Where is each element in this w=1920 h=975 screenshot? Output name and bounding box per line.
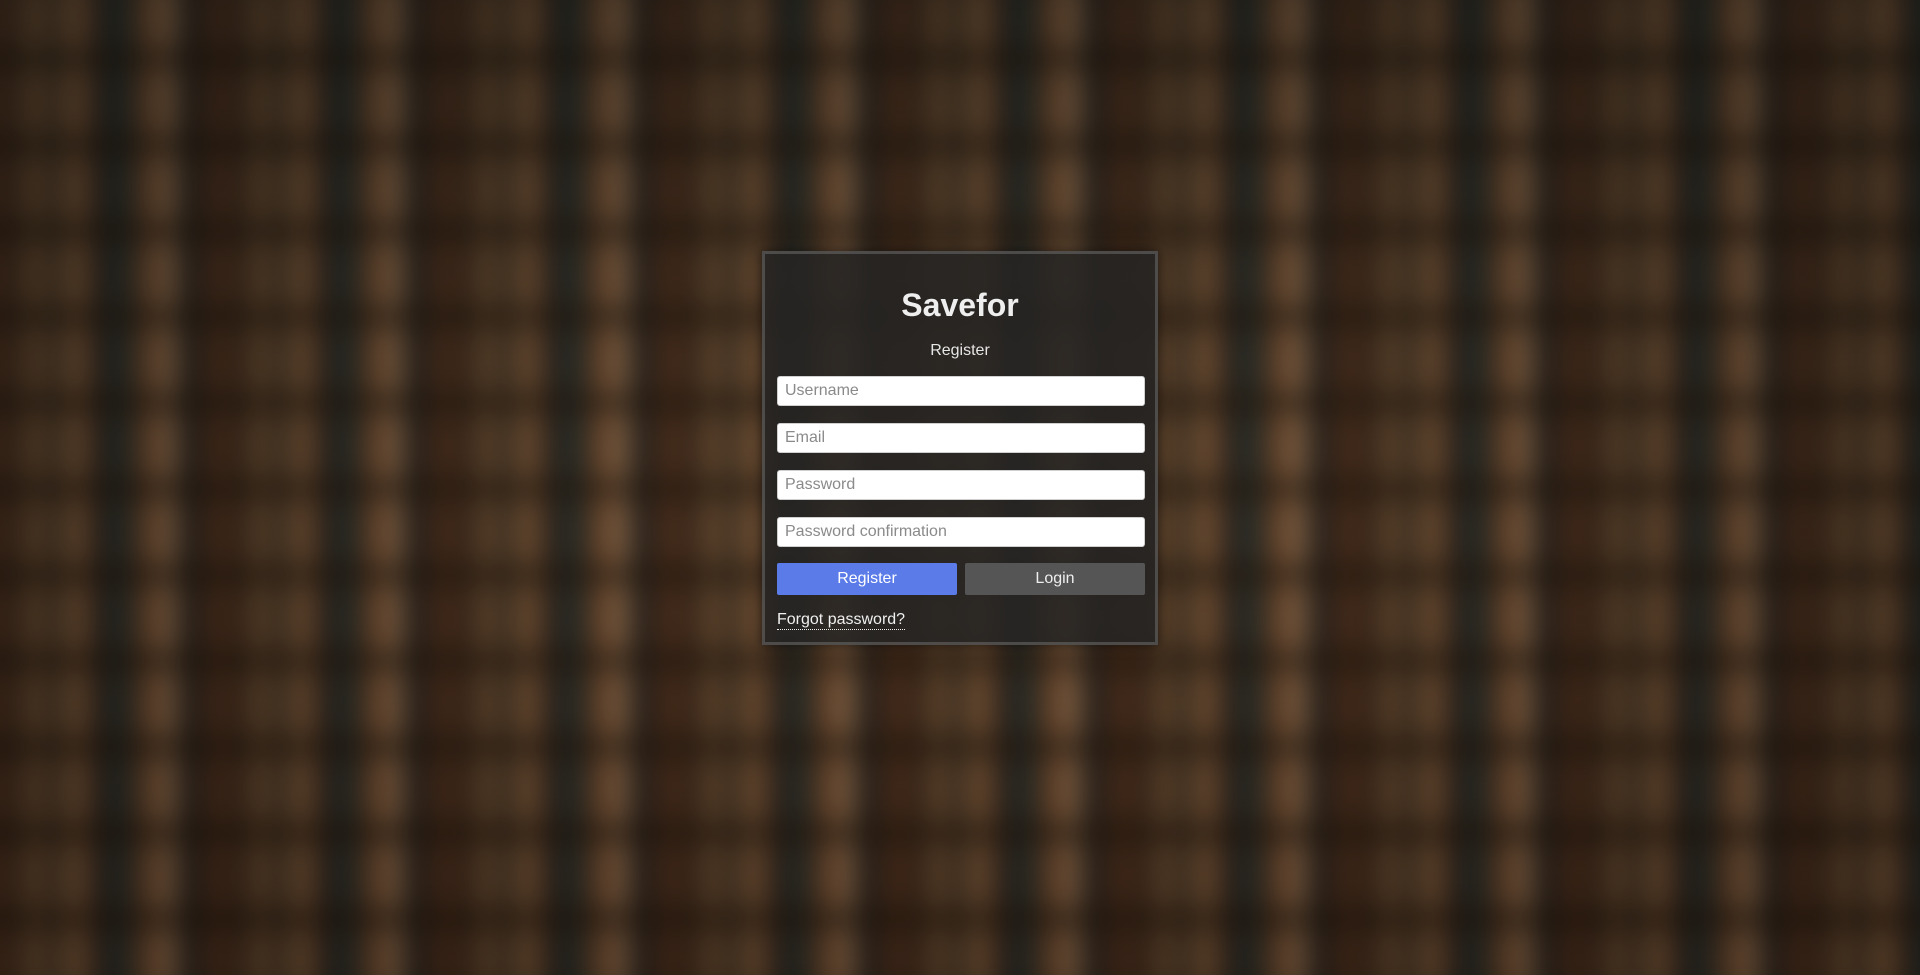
register-button[interactable]: Register	[777, 563, 957, 595]
username-input[interactable]	[777, 376, 1145, 406]
app-title: Savefor	[901, 287, 1019, 323]
form-subtitle: Register	[930, 342, 990, 359]
password-confirmation-input[interactable]	[777, 517, 1145, 547]
button-row: Register Login	[777, 563, 1145, 595]
forgot-password-link[interactable]: Forgot password?	[777, 611, 906, 630]
password-input[interactable]	[777, 470, 1145, 500]
email-input[interactable]	[777, 423, 1145, 453]
register-card: Savefor Register Register Login Forgot p…	[762, 251, 1158, 645]
login-button[interactable]: Login	[965, 563, 1145, 595]
